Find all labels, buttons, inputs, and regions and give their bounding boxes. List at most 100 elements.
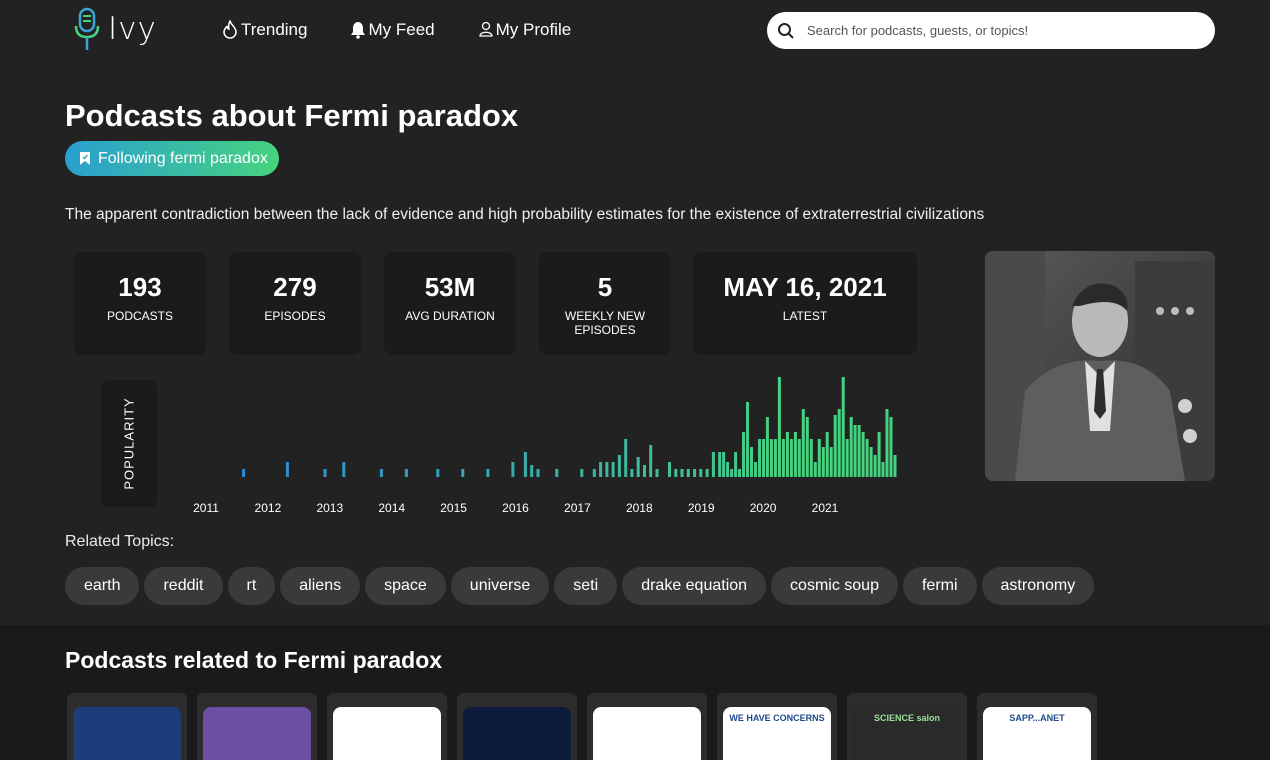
stat-value: MAY 16, 2021 <box>723 272 887 302</box>
x-tick-label: 2019 <box>688 501 715 515</box>
chart-bar <box>680 469 684 477</box>
bell-icon <box>351 22 366 39</box>
search-input[interactable] <box>807 23 1187 38</box>
chart-bar <box>765 417 769 477</box>
chart-bar <box>889 417 893 477</box>
follow-topic-label: Following fermi paradox <box>98 149 268 167</box>
stat-latest: MAY 16, 2021 LATEST <box>693 252 917 355</box>
chart-bar <box>754 462 757 477</box>
chart-bar <box>781 439 785 477</box>
popularity-chart: 2011 2012 2013 2014 2015 2016 2017 2018 2019 2020… <box>193 377 897 515</box>
chart-bar <box>555 469 559 477</box>
podcast-card[interactable] <box>327 693 447 760</box>
page-title: Podcasts about Fermi paradox <box>65 98 519 133</box>
topic-chip-space[interactable]: space <box>365 567 446 605</box>
nav-my-feed[interactable]: My Feed <box>351 14 435 46</box>
ivy-logo[interactable]: Ivy <box>74 6 157 52</box>
x-tick-label: 2014 <box>378 501 405 515</box>
chart-bar <box>699 469 703 477</box>
podcast-card[interactable]: SCIENCE salon <box>847 693 967 760</box>
podcast-card-caption: SCIENCE salon <box>873 713 940 723</box>
x-tick-label: 2013 <box>316 501 343 515</box>
globe-logo-icon: SAPP...ANET <box>983 707 1091 760</box>
nav-trending[interactable]: Trending <box>222 14 307 46</box>
topic-chip-seti[interactable]: seti <box>554 567 618 605</box>
search-bar[interactable] <box>767 12 1215 49</box>
man-portrait-icon <box>463 707 571 760</box>
silhouette-logo-icon <box>333 707 441 760</box>
chart-bar <box>750 447 753 477</box>
podcast-card[interactable] <box>197 693 317 760</box>
topic-chip-fermi[interactable]: fermi <box>902 567 977 605</box>
podcast-card[interactable] <box>457 693 577 760</box>
topic-chip-reddit[interactable]: reddit <box>144 567 223 605</box>
topic-chip-aliens[interactable]: aliens <box>280 567 361 605</box>
topic-chip-cosmic-soup[interactable]: cosmic soup <box>771 567 898 605</box>
podcast-card[interactable] <box>587 693 707 760</box>
we-have-concerns-logo-icon: WE HAVE CONCERNS <box>723 707 831 760</box>
chart-bar <box>523 452 527 477</box>
stat-avg-duration: 53M AVG DURATION <box>384 252 516 355</box>
man-portrait-icon <box>73 707 181 760</box>
chart-bar <box>881 462 885 477</box>
topic-chip-earth[interactable]: earth <box>65 567 140 605</box>
chart-bar <box>857 425 861 477</box>
chart-bar <box>837 409 841 477</box>
chart-bar <box>379 469 383 477</box>
chart-bar <box>668 462 671 477</box>
rocket-logo-icon <box>203 707 311 760</box>
chart-bar <box>893 455 897 477</box>
chart-bar <box>885 409 889 477</box>
chart-bar <box>769 439 773 477</box>
chart-bar <box>817 439 821 477</box>
podcast-card[interactable]: SAPP...ANET <box>977 693 1097 760</box>
follow-topic-button[interactable]: Following fermi paradox <box>65 141 279 176</box>
related-podcasts-title: Podcasts related to Fermi paradox <box>65 647 443 673</box>
topic-chip-universe[interactable]: universe <box>450 567 550 605</box>
stat-label: AVG DURATION <box>405 309 495 323</box>
nav-my-profile[interactable]: My Profile <box>478 14 572 46</box>
chart-bar <box>738 469 741 477</box>
x-tick-label: 2017 <box>564 501 591 515</box>
topic-chip-astronomy[interactable]: astronomy <box>981 567 1095 605</box>
chart-bar <box>630 469 634 477</box>
x-tick-label: 2012 <box>255 501 282 515</box>
chart-bar <box>762 439 765 477</box>
chart-bar <box>742 432 745 477</box>
chart-bar <box>617 455 621 477</box>
stat-value: 5 <box>597 272 613 302</box>
portrait-photo <box>985 251 1215 481</box>
chart-bar <box>580 469 584 477</box>
chart-bar <box>486 469 490 477</box>
x-tick-label: 2018 <box>626 501 653 515</box>
chart-bar <box>649 445 653 477</box>
chart-bar <box>611 462 615 477</box>
chart-bar <box>711 452 715 477</box>
chart-bar <box>624 439 628 477</box>
chart-bar <box>592 469 596 477</box>
podcast-card[interactable]: WE HAVE CONCERNS <box>717 693 837 760</box>
related-podcasts-section: Podcasts related to Fermi paradox WE HAV… <box>0 625 1270 760</box>
x-tick-label: 2016 <box>502 501 529 515</box>
nav-my-feed-label: My Feed <box>368 20 435 39</box>
podcast-card[interactable] <box>67 693 187 760</box>
microphone-leaf-icon <box>74 7 100 50</box>
topic-chip-drake-equation[interactable]: drake equation <box>622 567 767 605</box>
stat-label: WEEKLY NEW EPISODES <box>564 309 646 337</box>
nav-my-profile-label: My Profile <box>495 20 572 39</box>
chart-bar <box>599 462 603 477</box>
stat-label: LATEST <box>782 309 828 323</box>
stat-value: 53M <box>424 272 476 302</box>
topic-description: The apparent contradiction between the l… <box>65 206 985 223</box>
topic-chip-rt[interactable]: rt <box>227 567 276 605</box>
chart-bar <box>674 469 678 477</box>
chart-bar <box>773 439 777 477</box>
stat-podcasts: 193 PODCASTS <box>74 252 206 355</box>
podcast-card-caption: WE HAVE CONCERNS <box>729 713 825 723</box>
stat-label: EPISODES <box>264 309 326 323</box>
chart-bar <box>730 469 734 477</box>
chart-bar <box>873 455 877 477</box>
x-tick-label: 2020 <box>750 501 777 515</box>
chart-bar <box>797 439 801 477</box>
x-tick-label: 2011 <box>193 501 219 515</box>
